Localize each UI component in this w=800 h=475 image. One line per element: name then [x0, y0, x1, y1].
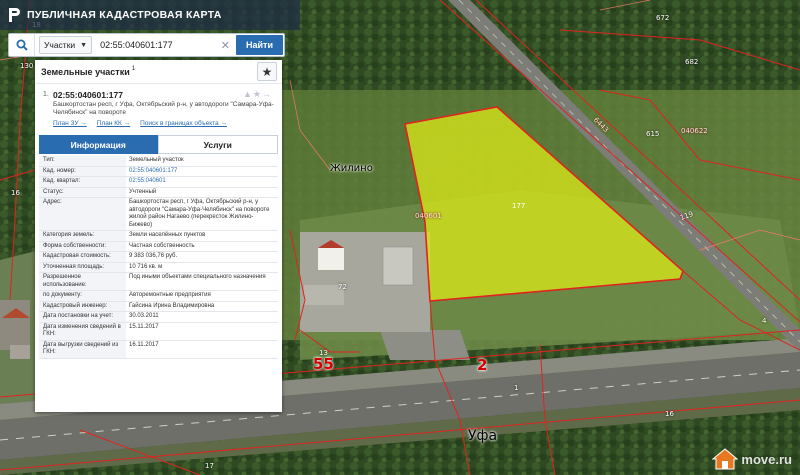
- plot-number-label: 72: [338, 283, 347, 291]
- attribute-value: Учтенный: [129, 188, 157, 195]
- result-links: План ЗУ → План КК → Поиск в границах объ…: [53, 120, 276, 127]
- attribute-row: по документу: Авторемонтные предприятия: [39, 291, 278, 302]
- watermark-text: move.ru: [741, 451, 792, 467]
- quarter-label-2: 040622: [681, 127, 708, 135]
- attribute-key: Уточненная площадь:: [39, 262, 126, 272]
- attribute-row: Кадастровая стоимость: 9 383 036,76 руб.: [39, 252, 278, 263]
- attribute-row: Дата постановки на учет: 30.03.2011: [39, 312, 278, 323]
- attribute-key: Разрешенное использование:: [39, 273, 126, 290]
- attribute-row: Дата изменения сведений в ГКН: 15.11.2017: [39, 322, 278, 341]
- attribute-value: Гайсина Ирина Владимировна: [129, 302, 215, 309]
- attribute-key: Кадастровая стоимость:: [39, 252, 126, 262]
- find-button[interactable]: Найти: [236, 35, 283, 55]
- attribute-key: Статус:: [39, 187, 126, 197]
- tab-services[interactable]: Услуги: [157, 135, 278, 154]
- attribute-key: Дата изменения сведений в ГКН:: [39, 322, 126, 340]
- attribute-value: 30.03.2011: [129, 313, 159, 319]
- attribute-row: Кад. квартал: 02:55:040601: [39, 177, 278, 188]
- attribute-key: Тип:: [39, 156, 126, 166]
- plot-number-label: 4: [762, 317, 767, 325]
- search-bar: Участки ▼ ✕ Найти: [8, 33, 285, 57]
- search-in-bounds-link[interactable]: Поиск в границах объекта →: [140, 120, 227, 127]
- village-label: Жилино: [330, 163, 373, 174]
- favorite-button[interactable]: ★: [257, 62, 277, 81]
- chevron-down-icon: ▼: [80, 41, 88, 49]
- attribute-value: Частная собственность: [129, 242, 195, 249]
- attribute-row: Форма собственности: Частная собственност…: [39, 241, 278, 252]
- attribute-row: Разрешенное использование: Под иными объе…: [39, 273, 278, 291]
- result-actions-icon[interactable]: ▲★→: [243, 89, 272, 100]
- attribute-key: Форма собственности:: [39, 241, 126, 251]
- tab-information[interactable]: Информация: [39, 135, 158, 154]
- watermark: move.ru: [712, 448, 792, 470]
- result-index: 1.: [43, 91, 49, 98]
- result-count: 1: [131, 65, 136, 72]
- attribute-value: 9 383 036,76 руб.: [129, 253, 178, 259]
- attributes-table: Тип: Земельный участок Кад. номер: 02:55:04…: [39, 156, 278, 359]
- house-logo-icon: [712, 448, 739, 470]
- city-label: Уфа: [468, 428, 498, 444]
- result-item[interactable]: 1. 02:55:040601:177 Башкортостан респ, г…: [35, 84, 282, 135]
- attribute-key: Адрес:: [39, 198, 126, 230]
- road-number-label: 2: [477, 356, 488, 374]
- attribute-value[interactable]: 02:55:040601:177: [126, 167, 278, 177]
- quarter-label: 040601: [415, 212, 442, 220]
- attribute-value: Башкортостан респ, г Уфа, Октябрьский р-…: [129, 199, 270, 228]
- attribute-key: Кадастровый инженер:: [39, 301, 126, 311]
- clear-icon[interactable]: ✕: [221, 39, 230, 52]
- attribute-value: Земли населённых пунктов: [129, 232, 206, 238]
- attribute-row: Статус: Учтенный: [39, 187, 278, 198]
- result-address: Башкортостан респ, г Уфа, Октябрьский р-…: [53, 101, 274, 116]
- plot-number-label: 682: [685, 58, 699, 66]
- attribute-value[interactable]: 02:55:040601: [126, 177, 278, 187]
- attribute-row: Тип: Земельный участок: [39, 156, 278, 167]
- search-input[interactable]: [100, 36, 221, 54]
- plot-number-label: 16: [665, 410, 674, 418]
- plot-number-label: 17: [205, 462, 214, 470]
- attribute-value: 16.11.2017: [129, 341, 159, 348]
- plot-number-label: 672: [656, 14, 670, 22]
- search-type-select[interactable]: Участки ▼: [39, 36, 93, 54]
- attribute-key: Категория земель:: [39, 231, 126, 241]
- plan-zu-link[interactable]: План ЗУ →: [53, 120, 87, 127]
- attribute-key: Кад. номер:: [39, 166, 126, 176]
- search-type-value: Участки: [44, 40, 76, 50]
- attribute-row: Кадастровый инженер: Гайсина Ирина Владим…: [39, 301, 278, 312]
- app-header: ПУБЛИЧНАЯ КАДАСТРОВАЯ КАРТА: [0, 0, 300, 30]
- attribute-value: 15.11.2017: [129, 323, 159, 330]
- plot-number-label: 130: [20, 62, 34, 70]
- panel-tabs: Информация Услуги: [39, 135, 278, 154]
- attribute-value: 10 716 кв. м: [129, 263, 163, 270]
- attribute-value: Земельный участок: [129, 157, 184, 163]
- attribute-row: Категория земель: Земли населённых пункто…: [39, 231, 278, 242]
- attribute-value: Авторемонтные предприятия: [129, 292, 211, 298]
- plan-kk-link[interactable]: План КК →: [97, 120, 130, 127]
- plot-number-label: 615: [646, 130, 660, 138]
- attribute-value: Под иными объектами специального назначе…: [129, 274, 266, 280]
- attribute-key: Кад. квартал:: [39, 177, 126, 187]
- plot-number-label: 13: [319, 349, 328, 357]
- attribute-row: Адрес: Башкортостан респ, г Уфа, Октябрьс…: [39, 198, 278, 231]
- attribute-row: Дата выгрузки сведений из ГКН: 16.11.2017: [39, 340, 278, 359]
- attribute-key: Дата постановки на учет:: [39, 312, 126, 322]
- info-panel: Земельные участки 1 ★ 1. 02:55:040601:17…: [35, 60, 282, 412]
- star-icon: ★: [261, 64, 273, 79]
- panel-title: Земельные участки: [41, 66, 130, 77]
- attribute-key: Дата выгрузки сведений из ГКН:: [39, 340, 126, 358]
- plot-number-label: 1: [514, 384, 519, 392]
- panel-header: Земельные участки 1 ★: [35, 60, 282, 84]
- attribute-row: Кад. номер: 02:55:040601:177: [39, 166, 278, 177]
- parcel-number-label: 177: [512, 202, 526, 210]
- app-title: ПУБЛИЧНАЯ КАДАСТРОВАЯ КАРТА: [27, 9, 222, 21]
- road-number-55-label: 55: [313, 355, 334, 373]
- search-icon[interactable]: [9, 34, 35, 56]
- rosreestr-logo-icon[interactable]: [8, 7, 21, 23]
- attribute-row: Уточненная площадь: 10 716 кв. м: [39, 262, 278, 273]
- plot-number-label: 16: [11, 189, 20, 197]
- attribute-key: по документу:: [39, 291, 126, 301]
